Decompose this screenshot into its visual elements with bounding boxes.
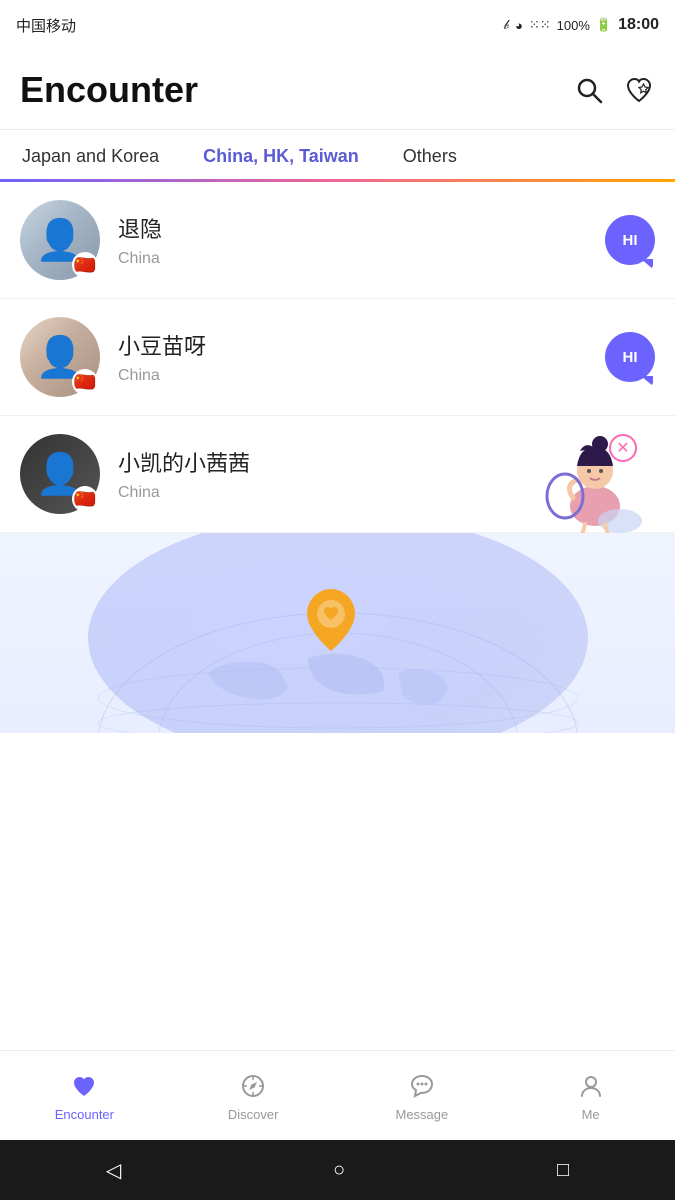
flag-badge: 🇨🇳 [72,486,98,512]
search-button[interactable] [573,74,605,106]
tab-japan-korea[interactable]: Japan and Korea [0,130,181,182]
nav-encounter-label: Encounter [55,1107,114,1122]
flag-badge: 🇨🇳 [72,252,98,278]
signal-icon: ⁙⁙ [529,17,551,33]
home-button[interactable]: ○ [333,1159,345,1182]
nav-me-label: Me [582,1107,600,1122]
user-location: China [118,367,605,385]
nav-message-label: Message [396,1107,449,1122]
battery-text: 100% [557,18,590,33]
like-button[interactable] [623,74,655,106]
globe-area [0,533,675,733]
user-info: 小豆苗呀 China [118,329,605,385]
location-pin [304,587,358,653]
avatar: 🇨🇳 [20,434,100,514]
nav-encounter[interactable]: Encounter [0,1070,169,1122]
sticker-area: ✕ [535,426,665,546]
bottom-navigation: Encounter Discover Message [0,1050,675,1140]
tab-navigation: Japan and Korea China, HK, Taiwan Others [0,130,675,182]
header-actions [573,74,655,106]
hi-button[interactable]: HI [605,332,655,382]
status-time: 18:00 [618,16,659,34]
user-item[interactable]: 🇨🇳 小豆苗呀 China HI [0,299,675,416]
user-list: 🇨🇳 退隐 China HI 🇨🇳 小豆苗呀 China HI 🇨🇳 小 [0,182,675,533]
status-bar: 中国移动 𝒷 ◕ ⁙⁙ 100% 🔋 18:00 [0,0,675,50]
nav-discover[interactable]: Discover [169,1070,338,1122]
user-location: China [118,250,605,268]
avatar: 🇨🇳 [20,200,100,280]
hi-button[interactable]: HI [605,215,655,265]
tab-others[interactable]: Others [381,130,479,182]
app-header: Encounter [0,50,675,130]
nav-me[interactable]: Me [506,1070,675,1122]
bluetooth-icon: 𝒷 [503,17,509,33]
user-item[interactable]: 🇨🇳 小凯的小茜茜 China ✕ [0,416,675,533]
me-icon [575,1070,607,1102]
discover-icon [237,1070,269,1102]
status-icons: 𝒷 ◕ ⁙⁙ 100% 🔋 18:00 [503,16,659,34]
battery-icon: 🔋 [596,17,612,33]
wifi-icon: ◕ [515,18,523,33]
avatar: 🇨🇳 [20,317,100,397]
user-info: 退隐 China [118,212,605,268]
recent-button[interactable]: □ [557,1159,569,1182]
system-bar: ◁ ○ □ [0,1140,675,1200]
carrier: 中国移动 [16,15,76,36]
user-item[interactable]: 🇨🇳 退隐 China HI [0,182,675,299]
back-button[interactable]: ◁ [106,1158,121,1183]
close-sticker-button[interactable]: ✕ [609,434,637,462]
user-name: 小豆苗呀 [118,329,605,361]
nav-message[interactable]: Message [338,1070,507,1122]
page-title: Encounter [20,69,198,111]
message-icon [406,1070,438,1102]
encounter-icon [68,1070,100,1102]
flag-badge: 🇨🇳 [72,369,98,395]
tab-china-hk-taiwan[interactable]: China, HK, Taiwan [181,130,381,182]
user-name: 退隐 [118,212,605,244]
nav-discover-label: Discover [228,1107,279,1122]
